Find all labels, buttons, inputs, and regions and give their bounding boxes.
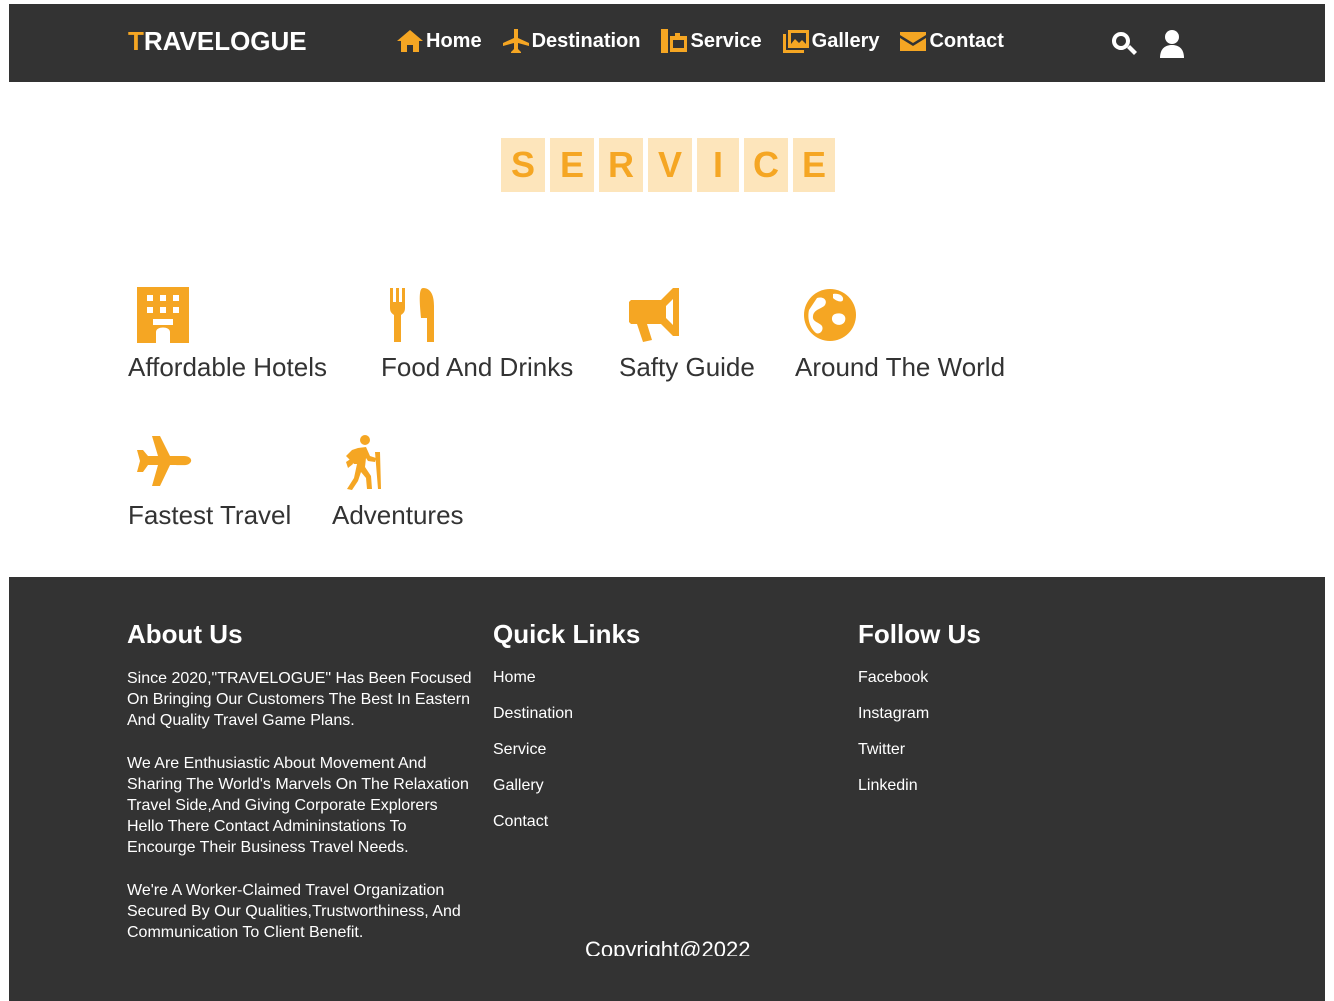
globe-icon <box>804 289 856 341</box>
nav-actions <box>1110 29 1186 59</box>
footer-link-gallery[interactable]: Gallery <box>493 777 573 813</box>
nav-home-link[interactable]: Home <box>396 28 482 54</box>
footer-link-contact[interactable]: Contact <box>493 813 573 849</box>
service-label: Fastest Travel <box>128 500 292 530</box>
service-label: Around The World <box>795 352 1006 382</box>
service-around-the-world[interactable]: Around The World <box>795 286 1005 383</box>
about-paragraph: We Are Enthusiastic About Movement And S… <box>127 755 469 856</box>
nav-gallery-label: Gallery <box>811 29 880 52</box>
user-icon[interactable] <box>1158 29 1186 59</box>
brand-rest: RAVELOGUE <box>143 26 307 56</box>
brand-logo[interactable]: TRAVELOGUE <box>128 26 307 57</box>
nav-service-link[interactable]: Service <box>660 28 762 54</box>
title-letter: I <box>697 138 739 192</box>
nav-gallery-link[interactable]: Gallery <box>782 28 880 54</box>
about-paragraph: We're A Worker-Claimed Travel Organizati… <box>127 882 461 941</box>
footer-link-service[interactable]: Service <box>493 741 573 777</box>
plane-icon <box>502 29 529 53</box>
service-label: Food And Drinks <box>381 352 574 382</box>
service-safty-guide[interactable]: Safty Guide <box>619 286 755 383</box>
nav-contact-link[interactable]: Contact <box>899 28 1004 54</box>
copyright-text: Copyright@2022 <box>585 940 751 956</box>
nav-contact-label: Contact <box>929 29 1004 52</box>
images-icon <box>782 30 809 53</box>
brand-first-letter: T <box>128 26 144 56</box>
service-adventures[interactable]: Adventures <box>332 434 464 531</box>
service-affordable-hotels[interactable]: Affordable Hotels <box>128 286 327 383</box>
service-food-and-drinks[interactable]: Food And Drinks <box>381 286 573 383</box>
nav-service-label: Service <box>690 29 762 52</box>
footer: About Us Since 2020,"TRAVELOGUE" Has Bee… <box>9 577 1325 1001</box>
nav-destination-label: Destination <box>531 29 641 52</box>
footer-link-home[interactable]: Home <box>493 669 573 705</box>
service-fastest-travel[interactable]: Fastest Travel <box>128 434 291 531</box>
envelope-icon <box>900 32 927 51</box>
plane-icon <box>137 436 192 486</box>
title-letter: V <box>648 138 692 192</box>
title-letter: E <box>550 138 594 192</box>
search-icon[interactable] <box>1110 29 1138 59</box>
suitcase-icon <box>661 29 688 53</box>
nav-destination-link[interactable]: Destination <box>502 28 641 54</box>
nav-home-label: Home <box>426 29 482 52</box>
social-link-linkedin[interactable]: Linkedin <box>858 777 929 813</box>
social-link-facebook[interactable]: Facebook <box>858 669 929 705</box>
service-label: Safty Guide <box>619 352 755 382</box>
title-letter: S <box>501 138 545 192</box>
hotel-icon <box>137 287 189 343</box>
bullhorn-icon <box>629 288 679 342</box>
social-link-twitter[interactable]: Twitter <box>858 741 929 777</box>
section-title: S E R V I C E <box>501 138 835 192</box>
top-navbar: TRAVELOGUE Home Destination Service Gall… <box>9 4 1325 82</box>
follow-us-title: Follow Us <box>858 619 981 649</box>
hiking-icon <box>346 435 381 490</box>
utensils-icon <box>390 288 434 342</box>
nav-links: Home Destination Service Gallery Contact <box>396 28 1024 54</box>
social-link-instagram[interactable]: Instagram <box>858 705 929 741</box>
home-icon <box>397 30 423 52</box>
footer-link-destination[interactable]: Destination <box>493 705 573 741</box>
title-letter: R <box>599 138 643 192</box>
service-label: Adventures <box>332 500 464 530</box>
about-title: About Us <box>127 619 243 649</box>
title-letter: C <box>744 138 788 192</box>
service-label: Affordable Hotels <box>128 352 327 382</box>
title-letter: E <box>793 138 835 192</box>
about-paragraph: Since 2020,"TRAVELOGUE" Has Been Focused… <box>127 670 472 729</box>
quick-links-title: Quick Links <box>493 619 641 649</box>
